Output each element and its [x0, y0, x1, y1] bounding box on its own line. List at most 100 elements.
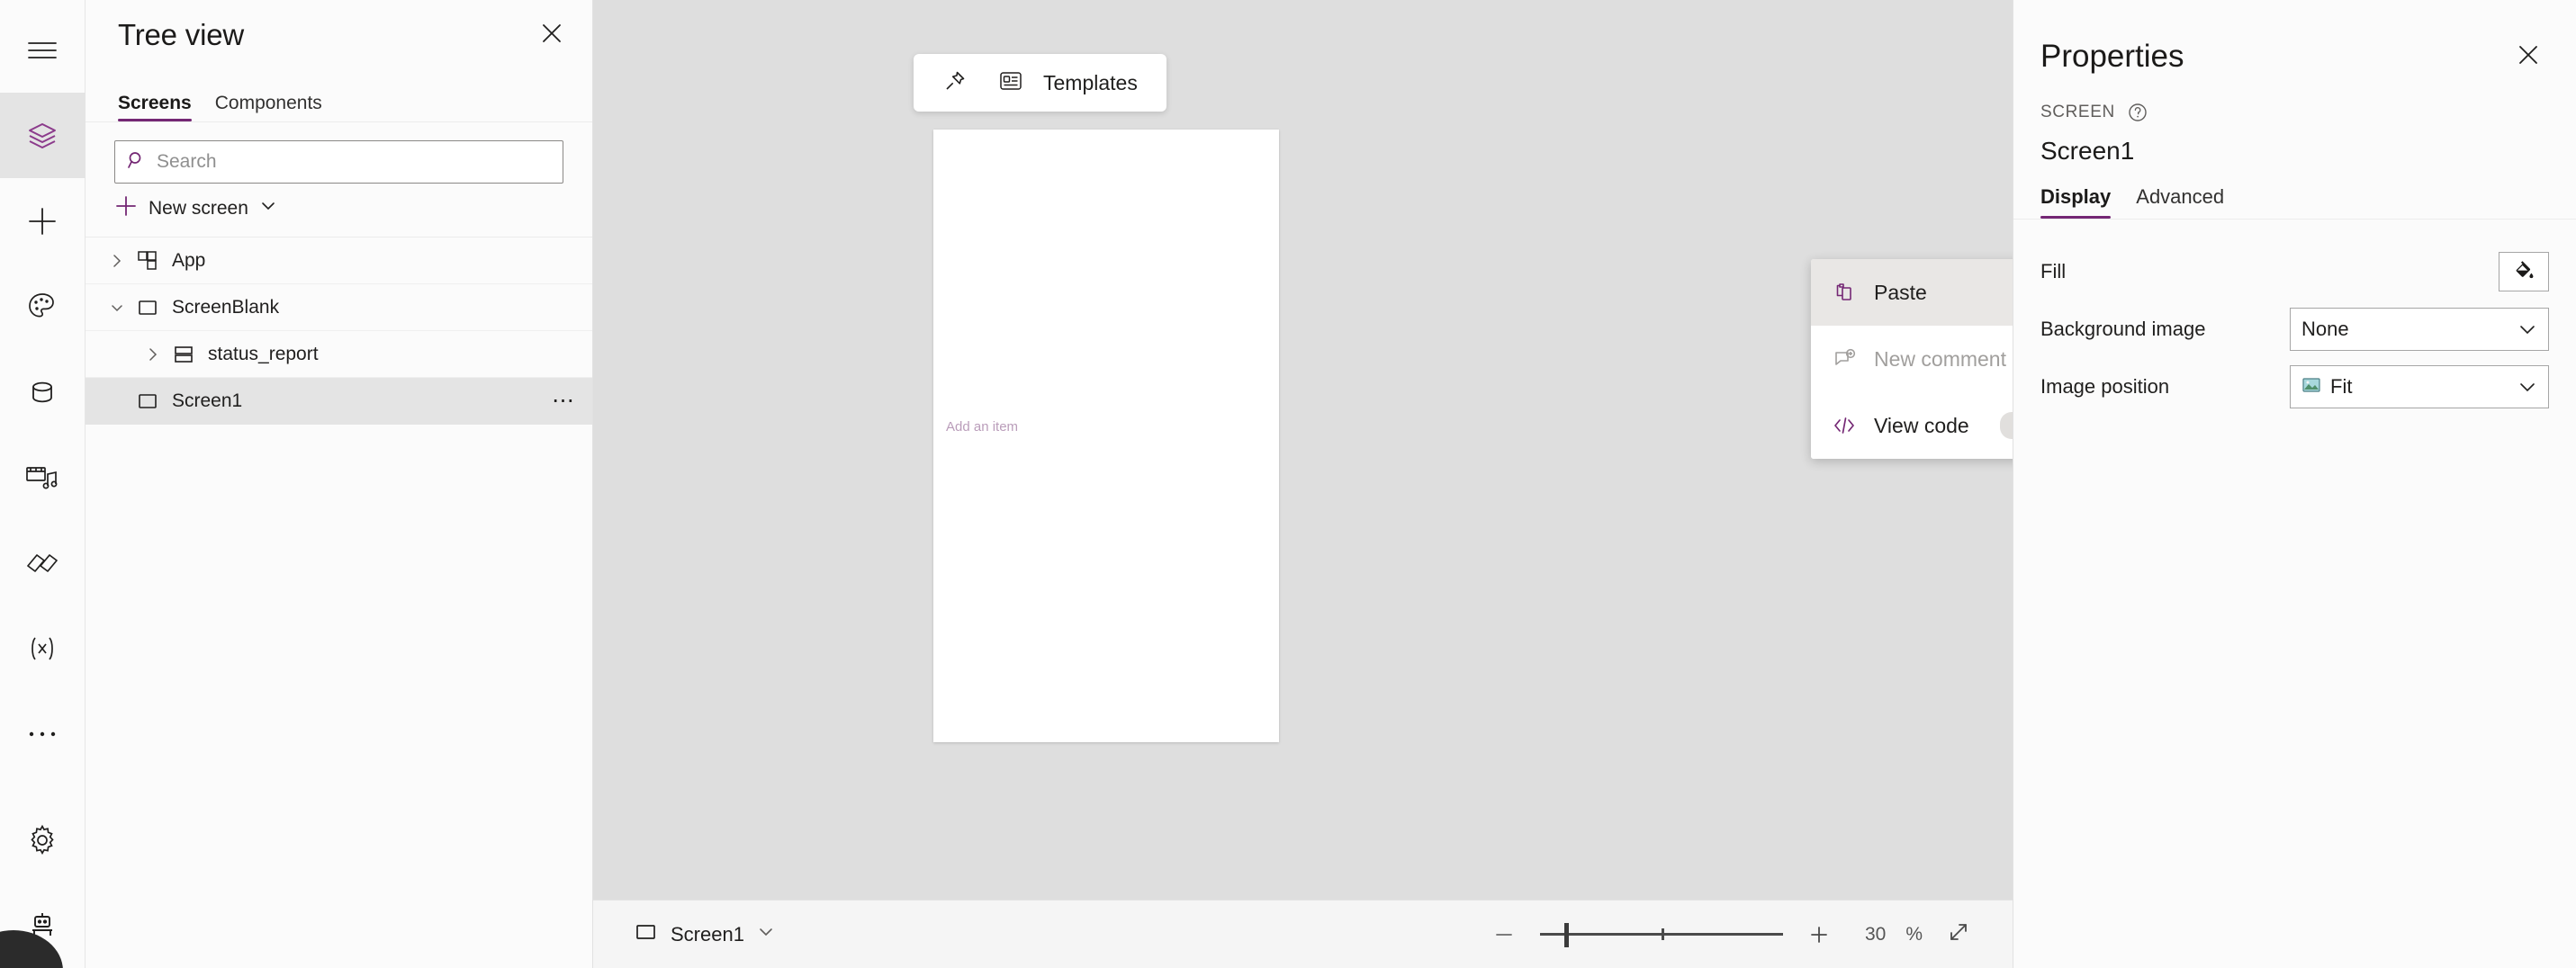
canvas-region: Templates Add an item Paste	[593, 0, 2013, 968]
properties-section: SCREEN	[2013, 77, 2576, 124]
screen-canvas[interactable]: Add an item	[933, 130, 1279, 742]
fill-color-button[interactable]	[2499, 252, 2549, 291]
screen-selector[interactable]: Screen1	[615, 920, 775, 948]
close-tree-view-button[interactable]	[531, 14, 572, 56]
tree-item-label: status_report	[208, 344, 319, 365]
app-icon	[132, 249, 163, 273]
chevron-right-icon[interactable]	[102, 254, 132, 268]
rail-item-settings[interactable]	[0, 797, 86, 883]
rail-item-theme[interactable]	[0, 264, 86, 349]
paint-bucket-icon	[2512, 258, 2535, 286]
image-position-select[interactable]: Fit	[2290, 365, 2549, 408]
chevron-down-icon	[757, 923, 775, 946]
tree-item-label: App	[172, 250, 205, 272]
pin-icon	[942, 68, 968, 98]
close-icon	[2516, 42, 2541, 72]
screen-selector-label: Screen1	[671, 923, 744, 946]
property-field-fill: Fill	[2040, 243, 2549, 300]
rail-item-more[interactable]	[0, 691, 86, 776]
add-an-item-hint: Add an item	[946, 419, 1018, 435]
chevron-down-icon	[2517, 319, 2537, 339]
fit-to-screen-button[interactable]	[1942, 919, 1975, 951]
zoom-slider-tick	[1662, 928, 1664, 940]
context-menu-item-label: Paste	[1874, 281, 1927, 305]
zoom-level-value: 30	[1855, 924, 1886, 946]
tree-item-app[interactable]: App	[86, 238, 592, 284]
search-box[interactable]	[114, 140, 563, 184]
rail-item-data[interactable]	[0, 349, 86, 435]
templates-icon	[998, 68, 1023, 98]
plus-icon	[26, 205, 59, 238]
search-input[interactable]	[157, 141, 552, 183]
chevron-down-icon[interactable]	[102, 300, 132, 315]
power-automate-icon	[24, 548, 60, 578]
ellipsis-icon	[27, 730, 58, 739]
properties-title: Properties	[2040, 39, 2184, 75]
tree-item-overflow-button[interactable]: ⋯	[552, 394, 576, 408]
tree-view-header: Tree view	[86, 0, 592, 70]
tree-item-label: ScreenBlank	[172, 297, 279, 318]
templates-icon-button[interactable]	[987, 59, 1034, 106]
tree-item-screenblank[interactable]: ScreenBlank	[86, 284, 592, 331]
rail-item-media[interactable]	[0, 435, 86, 520]
chevron-down-icon	[259, 197, 277, 220]
screen-icon	[635, 920, 658, 948]
property-field-background-image: Background image None	[2040, 300, 2549, 358]
tree-item-list: App ScreenBlank status_r	[86, 238, 592, 968]
tree-view-tabs: Screens Components	[86, 70, 592, 122]
tab-advanced[interactable]: Advanced	[2136, 185, 2224, 219]
page-title: Tree view	[118, 18, 244, 52]
search-container	[86, 122, 592, 184]
database-icon	[27, 377, 58, 408]
context-menu-item-label: View code	[1874, 414, 1969, 438]
tab-display[interactable]: Display	[2040, 185, 2111, 219]
close-properties-button[interactable]	[2508, 36, 2549, 77]
variables-icon	[25, 633, 59, 664]
tree-view-panel: Tree view Screens Components	[86, 0, 593, 968]
tab-components[interactable]: Components	[215, 94, 322, 121]
selected-control-name: Screen1	[2013, 124, 2576, 166]
tree-item-label: Screen1	[172, 390, 242, 412]
background-image-value: None	[2301, 318, 2349, 341]
rail-item-insert[interactable]	[0, 178, 86, 264]
hamburger-menu-icon	[27, 39, 58, 62]
templates-label[interactable]: Templates	[1043, 71, 1148, 95]
background-image-select[interactable]: None	[2290, 308, 2549, 351]
templates-toolbar: Templates	[914, 54, 1166, 112]
chevron-right-icon[interactable]	[138, 347, 168, 362]
pin-button[interactable]	[932, 59, 978, 106]
property-label: Image position	[2040, 375, 2290, 399]
tree-item-screen1[interactable]: Screen1 ⋯	[86, 378, 592, 425]
rail-item-power-automate[interactable]	[0, 520, 86, 605]
rail-item-tree-view[interactable]	[0, 93, 86, 178]
context-menu-item-label: New comment	[1874, 347, 2006, 372]
image-icon	[2301, 375, 2321, 399]
properties-body: Fill Background image None Image posit	[2013, 220, 2576, 416]
comment-add-icon	[1831, 347, 1858, 371]
zoom-out-button[interactable]	[1488, 919, 1520, 951]
help-circle-icon[interactable]	[2126, 101, 2149, 124]
layers-icon	[24, 118, 60, 154]
rail-item-variables[interactable]	[0, 605, 86, 691]
hamburger-menu-button[interactable]	[0, 7, 86, 93]
screen-icon	[132, 296, 163, 319]
fit-screen-icon	[1946, 919, 1971, 949]
palette-icon	[25, 290, 59, 324]
clipboard-icon	[1831, 281, 1858, 304]
bottom-status-bar: Screen1 30 %	[593, 900, 2013, 968]
zoom-level-unit: %	[1905, 924, 1923, 946]
zoom-slider-thumb[interactable]	[1564, 923, 1569, 947]
tree-item-status-report[interactable]: status_report	[86, 331, 592, 378]
new-screen-button[interactable]: New screen	[86, 184, 592, 238]
zoom-in-button[interactable]	[1803, 919, 1835, 951]
code-icon	[1831, 414, 1858, 437]
left-icon-rail	[0, 0, 86, 968]
media-icon	[24, 462, 60, 493]
screen-icon	[132, 390, 163, 413]
image-position-value: Fit	[2330, 375, 2352, 399]
canvas-surface[interactable]: Templates Add an item Paste	[593, 0, 2013, 900]
close-icon	[539, 21, 564, 50]
property-field-image-position: Image position Fit	[2040, 358, 2549, 416]
tab-screens[interactable]: Screens	[118, 94, 192, 121]
zoom-slider[interactable]	[1540, 919, 1783, 951]
